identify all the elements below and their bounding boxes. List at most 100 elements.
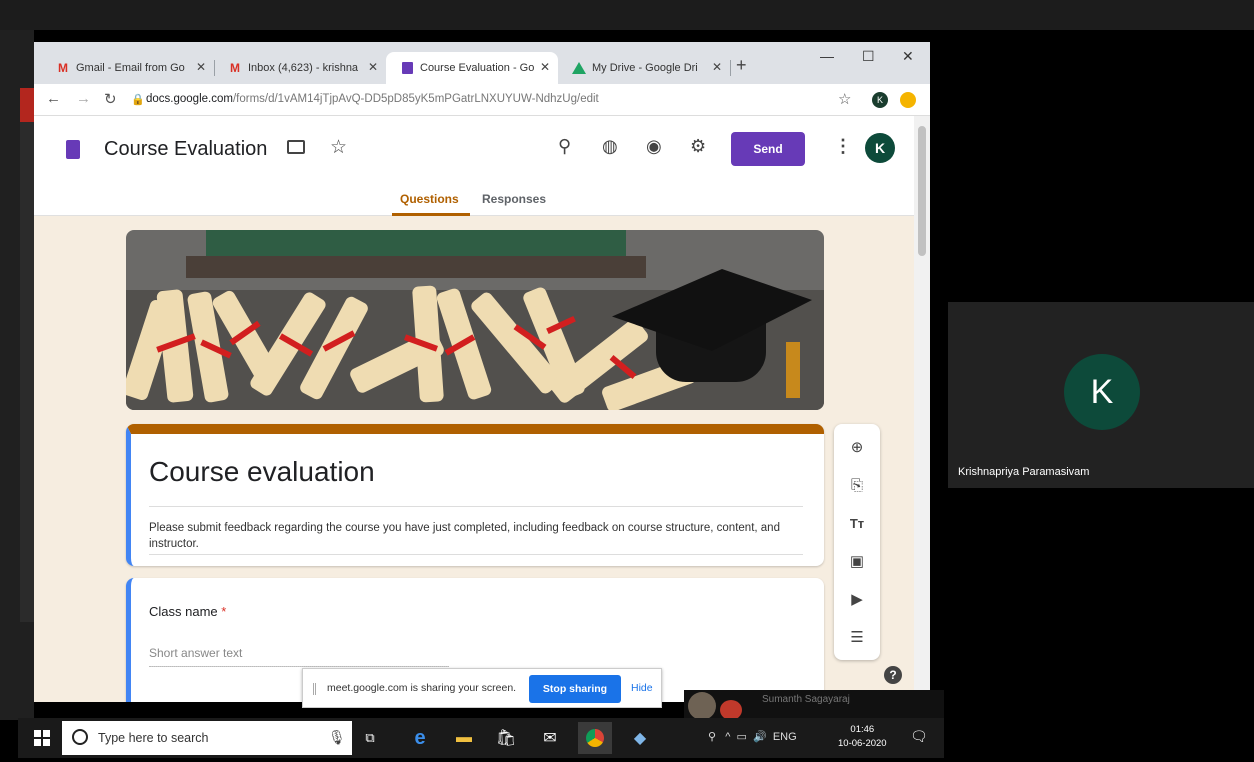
- url-field[interactable]: docs.google.com/forms/d/1vAM14jTjpAvQ-DD…: [146, 93, 599, 105]
- tab-my-drive[interactable]: My Drive - Google Dri ✕: [558, 52, 730, 84]
- bookmark-star-icon[interactable]: ☆: [838, 90, 851, 108]
- edge-icon[interactable]: e: [408, 726, 432, 750]
- add-section-icon[interactable]: ☰: [846, 626, 868, 648]
- palette-icon[interactable]: ◍: [602, 136, 618, 157]
- form-title[interactable]: Course evaluation: [149, 456, 375, 488]
- task-view-icon[interactable]: ⧉: [358, 726, 382, 750]
- add-image-icon[interactable]: ▣: [846, 550, 868, 572]
- notification-icon[interactable]: 🗨: [910, 728, 928, 745]
- windows-taskbar: Type here to search 🎙 ⧉ e ▬ 🛍 ✉ ◆ ⚲ ^ ▭ …: [18, 718, 944, 758]
- form-tools-sidebar: ⊕ ⎘ Tт ▣ ▶ ☰: [834, 424, 880, 660]
- preview-eye-icon[interactable]: ◉: [646, 136, 662, 157]
- url-path: /forms/d/1vAM14jTjpAvQ-DD5pD85yK5mPGatrL…: [232, 93, 599, 105]
- url-host: docs.google.com: [146, 93, 233, 105]
- tab-inbox[interactable]: M Inbox (4,623) - krishna ✕: [214, 52, 386, 84]
- description-underline: [149, 554, 803, 555]
- help-icon[interactable]: ?: [884, 666, 902, 684]
- form-doc-title[interactable]: Course Evaluation: [104, 138, 267, 161]
- drive-icon: [572, 61, 586, 75]
- tab-questions[interactable]: Questions: [400, 192, 459, 206]
- star-icon[interactable]: ☆: [330, 136, 347, 159]
- minimize-button[interactable]: —: [820, 48, 834, 64]
- gmail-icon: M: [230, 61, 240, 75]
- participant-avatar: K: [1064, 354, 1140, 430]
- tab-label: Course Evaluation - Go: [420, 62, 535, 74]
- mic-muted-icon: [720, 700, 742, 720]
- file-explorer-icon[interactable]: ▬: [452, 726, 476, 750]
- add-ons-icon[interactable]: ⚲: [558, 136, 571, 157]
- extension-profile-icon[interactable]: K: [872, 92, 888, 108]
- taskbar-search-box[interactable]: Type here to search 🎙: [62, 721, 352, 755]
- tab-label: My Drive - Google Dri: [592, 62, 698, 74]
- question-label[interactable]: Class name *: [149, 604, 226, 619]
- more-vert-icon[interactable]: ⋮: [834, 136, 852, 157]
- participant-tile[interactable]: K Krishnapriya Paramasivam: [948, 302, 1254, 488]
- chrome-icon[interactable]: [578, 722, 612, 754]
- close-icon[interactable]: ✕: [712, 60, 722, 74]
- title-underline: [149, 506, 803, 507]
- search-placeholder: Type here to search: [98, 731, 209, 745]
- form-description[interactable]: Please submit feedback regarding the cou…: [149, 520, 809, 552]
- header-banner-image: [126, 230, 824, 410]
- tab-separator: [730, 60, 731, 76]
- language-indicator[interactable]: ENG: [773, 731, 797, 743]
- search-icon: [72, 729, 88, 745]
- forward-icon[interactable]: →: [76, 90, 91, 107]
- microphone-icon[interactable]: 🎙: [328, 729, 346, 746]
- form-title-card[interactable]: Course evaluation Please submit feedback…: [126, 424, 824, 566]
- hide-button[interactable]: Hide: [631, 682, 653, 694]
- question-title: Class name: [149, 604, 218, 619]
- system-tray[interactable]: ⚲ ^ ▭ 🔊 ENG: [708, 730, 797, 743]
- form-body: Course evaluation Please submit feedback…: [34, 216, 914, 702]
- clock-time: 01:46: [850, 724, 875, 735]
- add-title-icon[interactable]: Tт: [846, 512, 868, 534]
- close-icon[interactable]: ✕: [196, 60, 206, 74]
- meet-red-indicator: [20, 88, 34, 122]
- participant-name: Krishnapriya Paramasivam: [958, 466, 1090, 478]
- drag-handle-icon[interactable]: [313, 683, 316, 695]
- scrollbar-thumb[interactable]: [918, 126, 926, 256]
- folder-icon[interactable]: [287, 140, 305, 154]
- store-icon[interactable]: 🛍: [494, 726, 518, 750]
- windows-start-icon[interactable]: [34, 730, 50, 746]
- tab-label: Gmail - Email from Go: [76, 62, 185, 74]
- meet-top-bar: [0, 0, 1254, 30]
- meet-left-panel: [20, 122, 34, 622]
- mail-icon[interactable]: ✉: [538, 726, 562, 750]
- maximize-button[interactable]: ☐: [862, 48, 875, 65]
- tab-label: Inbox (4,623) - krishna: [248, 62, 359, 74]
- stop-sharing-button[interactable]: Stop sharing: [529, 675, 621, 703]
- short-answer-placeholder: Short answer text: [149, 646, 243, 660]
- tab-strip: M Gmail - Email from Go ✕ M Inbox (4,623…: [34, 42, 930, 84]
- gmail-icon: M: [58, 61, 68, 75]
- forms-logo-icon[interactable]: [66, 140, 80, 159]
- participant-avatar: [688, 692, 716, 720]
- add-question-icon[interactable]: ⊕: [846, 436, 868, 458]
- new-tab-button[interactable]: +: [736, 55, 747, 76]
- reload-icon[interactable]: ↻: [104, 90, 117, 108]
- tab-gmail[interactable]: M Gmail - Email from Go ✕: [42, 52, 214, 84]
- extension-icon[interactable]: [900, 92, 916, 108]
- close-icon[interactable]: ✕: [368, 60, 378, 74]
- close-window-button[interactable]: ✕: [902, 48, 914, 65]
- app-icon[interactable]: ◆: [628, 726, 652, 750]
- account-avatar[interactable]: K: [865, 133, 895, 163]
- chalk-ledge: [186, 256, 646, 278]
- settings-gear-icon[interactable]: ⚙: [690, 136, 706, 157]
- close-icon[interactable]: ✕: [540, 60, 550, 74]
- answer-underline: [149, 666, 449, 667]
- tab-responses[interactable]: Responses: [482, 192, 546, 206]
- send-button[interactable]: Send: [731, 132, 805, 166]
- chalkboard: [206, 230, 626, 256]
- add-video-icon[interactable]: ▶: [846, 588, 868, 610]
- participant-name: Sumanth Sagayaraj: [762, 694, 850, 705]
- clock-date: 10-06-2020: [838, 738, 887, 749]
- share-status-text: meet.google.com is sharing your screen.: [327, 682, 517, 694]
- tab-course-evaluation[interactable]: Course Evaluation - Go ✕: [386, 52, 558, 84]
- browser-window: M Gmail - Email from Go ✕ M Inbox (4,623…: [34, 42, 930, 702]
- back-icon[interactable]: ←: [46, 90, 61, 107]
- import-questions-icon[interactable]: ⎘: [846, 474, 868, 496]
- forms-icon: [400, 61, 414, 75]
- lock-icon[interactable]: 🔒: [131, 93, 145, 106]
- taskbar-clock[interactable]: 01:46 10-06-2020: [838, 723, 887, 751]
